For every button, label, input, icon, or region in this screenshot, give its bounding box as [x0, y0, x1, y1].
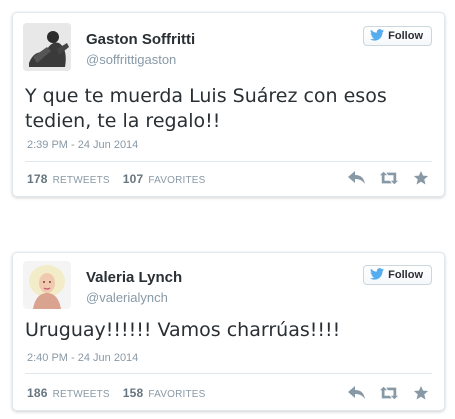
favorites-count[interactable]: 158 [123, 386, 144, 400]
retweets-count[interactable]: 178 [27, 172, 48, 186]
favorites-count[interactable]: 107 [123, 172, 144, 186]
divider [25, 161, 432, 162]
avatar[interactable] [23, 261, 71, 309]
favorite-star-icon[interactable] [412, 385, 430, 401]
twitter-bird-icon [370, 28, 385, 44]
twitter-bird-icon [370, 267, 385, 283]
user-name[interactable]: Valeria Lynch [86, 269, 182, 286]
favorite-star-icon[interactable] [412, 170, 430, 186]
retweet-icon[interactable] [380, 170, 398, 186]
tweet-text: Y que te muerda Luis Suárez con esos ted… [25, 85, 387, 132]
reply-icon[interactable] [348, 170, 366, 186]
retweets-label[interactable]: RETWEETS [53, 389, 110, 400]
user-handle[interactable]: @soffrittigaston [86, 52, 176, 67]
tweet-card: Gaston Soffritti @soffrittigaston Follow… [12, 12, 445, 197]
tweet-text: Uruguay!!!!!! Vamos charrúas!!!! [25, 319, 341, 341]
follow-label: Follow [388, 30, 423, 42]
tweet-actions [348, 385, 430, 401]
retweets-count[interactable]: 186 [27, 386, 48, 400]
tweet-timestamp[interactable]: 2:39 PM - 24 Jun 2014 [27, 139, 138, 151]
retweet-icon[interactable] [380, 385, 398, 401]
user-handle[interactable]: @valerialynch [86, 290, 168, 305]
tweet-actions [348, 170, 430, 186]
divider [25, 373, 432, 374]
follow-button[interactable]: Follow [363, 265, 432, 285]
user-name[interactable]: Gaston Soffritti [86, 31, 195, 48]
follow-label: Follow [388, 269, 423, 281]
favorites-label[interactable]: FAVORITES [148, 175, 205, 186]
retweets-label[interactable]: RETWEETS [53, 175, 110, 186]
reply-icon[interactable] [348, 385, 366, 401]
tweet-stats: 178 RETWEETS 107 FAVORITES [27, 172, 206, 186]
tweet-card: Valeria Lynch @valerialynch Follow Urugu… [12, 252, 445, 411]
tweet-timestamp[interactable]: 2:40 PM - 24 Jun 2014 [27, 352, 138, 364]
follow-button[interactable]: Follow [363, 26, 432, 46]
tweet-stats: 186 RETWEETS 158 FAVORITES [27, 386, 206, 400]
avatar[interactable] [23, 23, 71, 71]
favorites-label[interactable]: FAVORITES [148, 389, 205, 400]
